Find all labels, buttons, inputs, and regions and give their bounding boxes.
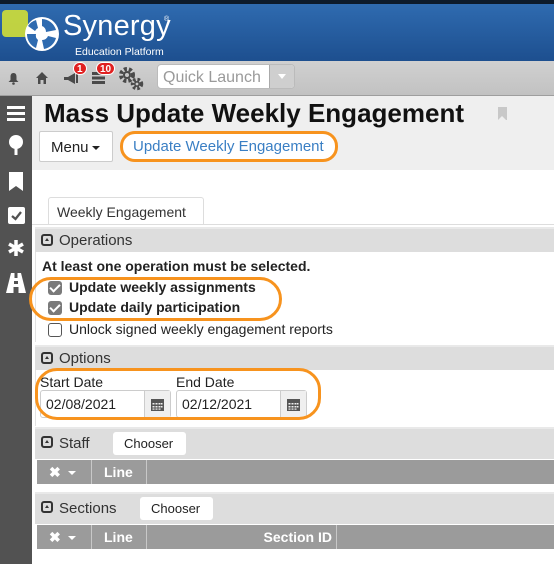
tab-divider <box>32 224 554 225</box>
favorite-bookmark-icon[interactable] <box>498 107 507 120</box>
update-weekly-assignments-checkbox[interactable] <box>48 281 62 295</box>
synergy-logo-icon <box>25 17 59 51</box>
collapse-toggle-icon[interactable] <box>41 501 53 513</box>
end-date-label: End Date <box>176 374 235 390</box>
end-date-input[interactable]: 02/12/2021 <box>182 396 252 412</box>
staff-chooser-button[interactable]: Chooser <box>113 432 186 455</box>
operations-title: Operations <box>59 232 133 249</box>
brand-header: Synergy ® Education Platform <box>0 0 554 61</box>
main-content: Mass Update Weekly Engagement Menu Updat… <box>29 96 554 564</box>
tree-icon[interactable] <box>5 134 27 156</box>
bookmark-icon[interactable] <box>5 170 27 192</box>
unlock-signed-reports-label: Unlock signed weekly engagement reports <box>69 321 333 337</box>
update-weekly-engagement-button[interactable]: Update Weekly Engagement <box>120 131 338 162</box>
chevron-down-icon[interactable] <box>269 65 294 88</box>
options-title: Options <box>59 350 111 367</box>
calendar-icon[interactable] <box>144 391 170 417</box>
app-window: Synergy ® Education Platform 1 10 Quick … <box>0 0 554 564</box>
start-date-input[interactable]: 02/08/2021 <box>46 396 116 412</box>
sections-section-header: Sections Chooser <box>35 492 554 524</box>
quick-launch-input[interactable]: Quick Launch <box>163 69 261 87</box>
caret-down-icon <box>91 146 100 151</box>
road-icon[interactable] <box>5 272 27 294</box>
end-date-field[interactable]: 02/12/2021 <box>176 390 307 418</box>
registered-mark: ® <box>164 16 170 23</box>
caret-down-icon <box>67 471 76 476</box>
tab-weekly-engagement[interactable]: Weekly Engagement <box>48 197 204 225</box>
gear-icon[interactable] <box>117 65 145 91</box>
remove-column-menu[interactable]: ✖ <box>37 525 92 549</box>
operations-note: At least one operation must be selected. <box>42 258 311 274</box>
operations-section-header: Operations <box>35 227 554 252</box>
menu-button[interactable]: Menu <box>39 131 113 162</box>
hamburger-icon[interactable] <box>5 102 27 124</box>
left-sidebar <box>0 96 32 564</box>
options-section-header: Options <box>35 345 554 370</box>
unlock-signed-reports-checkbox[interactable] <box>48 323 62 337</box>
page-header: Mass Update Weekly Engagement Menu Updat… <box>32 96 554 170</box>
section-id-column-header[interactable]: Section ID <box>147 525 337 549</box>
announcements-badge: 1 <box>73 62 87 75</box>
start-date-label: Start Date <box>40 374 104 390</box>
start-date-field[interactable]: 02/08/2021 <box>40 390 171 418</box>
checkbox-icon[interactable] <box>5 204 27 226</box>
queue-badge: 10 <box>96 62 116 75</box>
remove-column-menu[interactable]: ✖ <box>37 460 92 484</box>
sections-chooser-button[interactable]: Chooser <box>140 497 213 520</box>
caret-down-icon <box>67 536 76 541</box>
update-daily-participation-checkbox[interactable] <box>48 301 62 315</box>
collapse-toggle-icon[interactable] <box>41 352 53 364</box>
collapse-toggle-icon[interactable] <box>41 436 53 448</box>
brand-subtitle: Education Platform <box>75 46 164 58</box>
bell-icon[interactable] <box>7 72 20 85</box>
home-icon[interactable] <box>35 71 49 85</box>
update-daily-participation-label: Update daily participation <box>69 299 241 315</box>
line-column-header[interactable]: Line <box>92 525 147 549</box>
page-title: Mass Update Weekly Engagement <box>44 98 464 128</box>
staff-grid-header: ✖ Line <box>37 460 554 484</box>
sections-title: Sections <box>59 500 117 517</box>
quick-launch-combobox[interactable]: Quick Launch <box>157 64 295 89</box>
staff-title: Staff <box>59 435 90 452</box>
spacer <box>32 170 554 197</box>
menu-button-label: Menu <box>51 139 89 156</box>
brand-name: Synergy <box>63 10 171 42</box>
line-column-header[interactable]: Line <box>92 460 147 484</box>
asterisk-icon[interactable] <box>5 237 27 259</box>
calendar-icon[interactable] <box>280 391 306 417</box>
update-weekly-assignments-label: Update weekly assignments <box>69 279 256 295</box>
collapse-toggle-icon[interactable] <box>41 234 53 246</box>
staff-section-header: Staff Chooser <box>35 427 554 459</box>
sections-grid-header: ✖ Line Section ID <box>37 525 554 549</box>
